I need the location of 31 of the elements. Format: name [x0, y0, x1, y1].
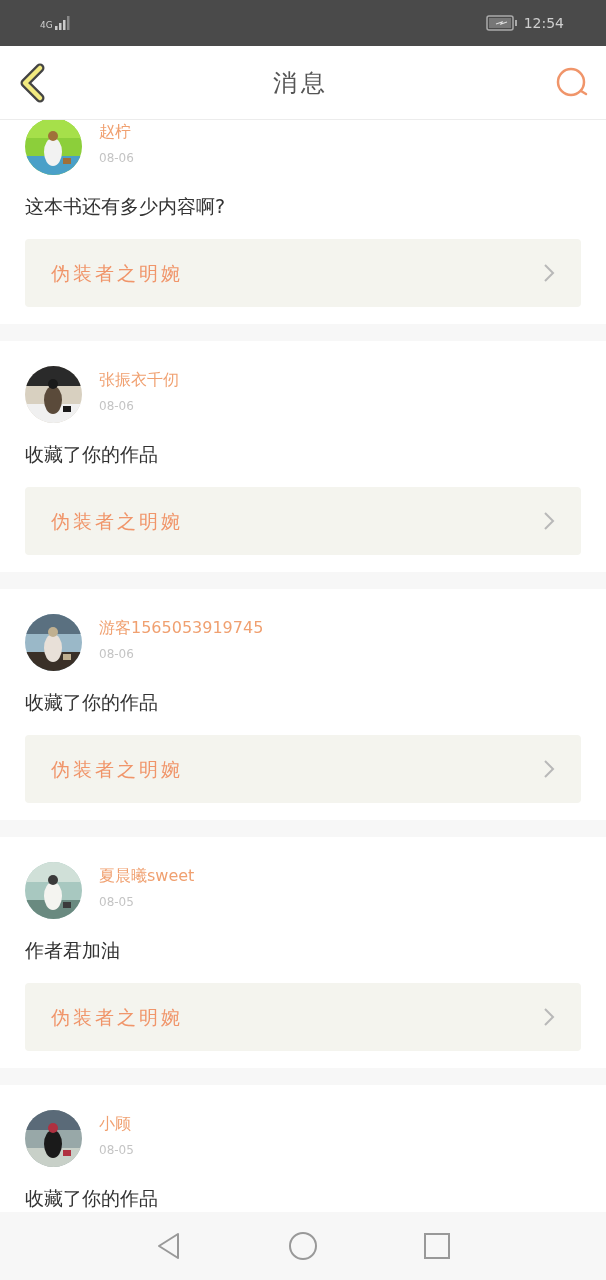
chevron-left-icon — [18, 62, 46, 103]
battery-icon — [485, 15, 518, 31]
book-link[interactable]: 伪装者之明婉 — [25, 239, 581, 307]
clock: 12:54 — [523, 13, 564, 33]
user-name[interactable]: 赵柠 — [99, 121, 134, 143]
book-link[interactable]: 伪装者之明婉 — [25, 983, 581, 1051]
message-date: 08-06 — [99, 398, 135, 415]
message-text: 收藏了你的作品 — [25, 442, 159, 467]
book-link[interactable]: 伪装者之明婉 — [25, 487, 581, 555]
chevron-right-icon — [543, 1007, 555, 1027]
chevron-right-icon — [543, 511, 555, 531]
chevron-right-icon — [543, 759, 555, 779]
recents-nav-icon[interactable] — [422, 1231, 452, 1261]
message-date: 08-05 — [99, 1142, 134, 1159]
home-nav-icon[interactable] — [288, 1231, 318, 1261]
network-label: 4G — [40, 21, 53, 30]
book-link[interactable]: 伪装者之明婉 — [25, 735, 581, 803]
message-text: 作者君加油 — [25, 938, 121, 963]
message-date: 08-06 — [99, 646, 135, 663]
signal-icon — [54, 16, 71, 30]
user-name[interactable]: 夏晨曦sweet — [99, 865, 195, 887]
message-text: 收藏了你的作品 — [25, 690, 159, 715]
message-date: 08-06 — [99, 150, 134, 167]
message-text: 收藏了你的作品 — [25, 1186, 159, 1211]
page-title: 消息 — [273, 67, 329, 99]
user-name[interactable]: 张振衣千仞 — [99, 369, 179, 391]
message-date: 08-05 — [99, 894, 135, 911]
message-text: 这本书还有多少内容啊? — [25, 194, 227, 219]
chevron-right-icon — [543, 263, 555, 283]
user-name[interactable]: 小顾 — [99, 1113, 134, 1135]
user-name[interactable]: 游客1565053919745 — [99, 617, 264, 639]
